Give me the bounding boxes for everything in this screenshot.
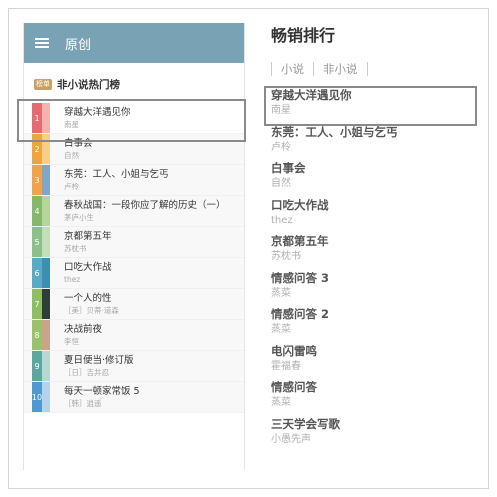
- book-cover-image: [42, 227, 50, 257]
- book-title: 夏日便当·修订版: [64, 354, 134, 366]
- book-author: 苏枕书: [64, 243, 87, 253]
- list-item[interactable]: 白事会 自然: [271, 159, 481, 196]
- bestseller-title: 畅销排行: [271, 26, 336, 45]
- book-title: 春秋战国：一段你应了解的历史（一）: [64, 199, 226, 211]
- list-item[interactable]: 口吃大作战 thez: [271, 196, 481, 233]
- list-item[interactable]: 9 夏日便当·修订版 ［日］吉井忍: [24, 351, 244, 382]
- book-title[interactable]: 京都第五年: [271, 232, 481, 250]
- list-item[interactable]: 3 东莞：工人、小姐与乞丐 卢柃: [24, 165, 244, 196]
- book-title: 京都第五年: [64, 230, 112, 242]
- list-item[interactable]: 6 口吃大作战 thez: [24, 258, 244, 289]
- book-author: thez: [64, 274, 81, 284]
- ranking-list: 1 穿越大洋遇见你 南星 2 白事会 自然 3 东莞：工人、小姐与乞丐 卢柃 4: [24, 103, 244, 413]
- book-author: 南星: [64, 119, 79, 129]
- book-title[interactable]: 三天学会写歌: [271, 415, 481, 433]
- menu-icon[interactable]: [35, 38, 49, 48]
- rank-number: 6: [32, 258, 42, 288]
- book-title: 一个人的性: [64, 292, 112, 304]
- book-title: 决战前夜: [64, 323, 103, 335]
- rank-number: 4: [32, 196, 42, 226]
- book-cover-image: [42, 289, 50, 319]
- book-author: 卢柃: [64, 181, 79, 191]
- book-title[interactable]: 电闪雷鸣: [271, 342, 481, 360]
- book-author: ［日］吉井忍: [64, 367, 109, 377]
- book-cover-image: [42, 351, 50, 381]
- book-author: 蒸菜: [271, 287, 291, 299]
- book-cover-image: [42, 165, 50, 195]
- book-cover-image: [42, 258, 50, 288]
- list-item[interactable]: 5 京都第五年 苏枕书: [24, 227, 244, 258]
- book-title: 东莞：工人、小姐与乞丐: [64, 168, 169, 180]
- book-author: ［美］贝蒂·道森: [64, 305, 119, 315]
- book-author: 茅庐小生: [64, 212, 94, 222]
- tab-fiction[interactable]: 小说: [272, 61, 313, 77]
- category-tabs: 小说 非小说: [271, 61, 481, 77]
- book-title[interactable]: 口吃大作战: [271, 196, 481, 214]
- book-cover-image: [42, 382, 50, 412]
- book-title[interactable]: 穿越大洋遇见你: [271, 86, 481, 104]
- book-title: 口吃大作战: [64, 261, 112, 273]
- list-item[interactable]: 8 决战前夜 李恒: [24, 320, 244, 351]
- list-item[interactable]: 2 白事会 自然: [24, 134, 244, 165]
- book-author: 小愚先声: [271, 433, 311, 445]
- book-cover-image: [42, 103, 50, 133]
- tab-nonfiction[interactable]: 非小说: [314, 61, 367, 77]
- list-item[interactable]: 京都第五年 苏枕书: [271, 232, 481, 269]
- book-title: 穿越大洋遇见你: [64, 106, 131, 118]
- book-author: 自然: [271, 178, 291, 189]
- book-author: 蒸菜: [271, 324, 291, 335]
- app-bar: 原创: [24, 23, 244, 63]
- bestseller-list: 穿越大洋遇见你 南星 东莞：工人、小姐与乞丐 卢柃 白事会 自然 口吃大作战 t…: [271, 86, 481, 451]
- list-item[interactable]: 1 穿越大洋遇见你 南星: [24, 103, 244, 134]
- book-author: 南星: [271, 105, 291, 116]
- book-author: 自然: [64, 150, 79, 160]
- list-item[interactable]: 情感问答 2 蒸菜: [271, 305, 481, 342]
- ranking-badge: 榜单: [34, 78, 52, 90]
- rank-number: 2: [32, 134, 42, 164]
- book-title: 每天一顿家常饭 5: [64, 385, 140, 397]
- list-item[interactable]: 情感问答 蒸菜: [271, 378, 481, 415]
- ranking-section-header: 榜单 非小说热门榜: [24, 65, 244, 103]
- rank-number: 1: [32, 103, 42, 133]
- book-cover-image: [42, 196, 50, 226]
- list-item[interactable]: 情感问答 3 蒸菜: [271, 269, 481, 306]
- rank-number: 9: [32, 351, 42, 381]
- rank-number: 7: [32, 289, 42, 319]
- list-item[interactable]: 东莞：工人、小姐与乞丐 卢柃: [271, 123, 481, 160]
- book-title[interactable]: 情感问答 2: [271, 305, 481, 323]
- list-item[interactable]: 穿越大洋遇见你 南星: [271, 86, 481, 123]
- book-title: 白事会: [64, 137, 93, 149]
- rank-number: 10: [32, 382, 42, 412]
- book-cover-image: [42, 134, 50, 164]
- list-item[interactable]: 4 春秋战国：一段你应了解的历史（一） 茅庐小生: [24, 196, 244, 227]
- book-title[interactable]: 情感问答 3: [271, 269, 481, 287]
- book-author: 蒸菜: [271, 397, 291, 408]
- tab-divider: [366, 62, 368, 76]
- list-item[interactable]: 三天学会写歌 小愚先声: [271, 415, 481, 452]
- book-author: 李恒: [64, 336, 79, 346]
- book-cover-image: [42, 320, 50, 350]
- rank-number: 3: [32, 165, 42, 195]
- list-item[interactable]: 10 每天一顿家常饭 5 ［韩］逍遥: [24, 382, 244, 413]
- book-author: thez: [271, 214, 293, 226]
- book-author: 卢柃: [271, 141, 291, 153]
- list-item[interactable]: 7 一个人的性 ［美］贝蒂·道森: [24, 289, 244, 320]
- bestseller-panel: 畅销排行 小说 非小说 穿越大洋遇见你 南星 东莞：工人、小姐与乞丐 卢柃 白事…: [271, 23, 481, 470]
- rank-number: 5: [32, 227, 42, 257]
- list-item[interactable]: 电闪雷鸣 霍福春: [271, 342, 481, 379]
- book-title[interactable]: 情感问答: [271, 378, 481, 396]
- book-author: 苏枕书: [271, 251, 301, 262]
- book-title[interactable]: 东莞：工人、小姐与乞丐: [271, 123, 481, 141]
- ranking-section-title: 非小说热门榜: [57, 78, 120, 91]
- mobile-ranking-panel: 原创 榜单 非小说热门榜 1 穿越大洋遇见你 南星 2 白事会 自然 3 东莞：…: [23, 23, 245, 470]
- book-author: ［韩］逍遥: [64, 398, 102, 408]
- app-bar-title: 原创: [65, 37, 92, 53]
- book-author: 霍福春: [271, 360, 301, 372]
- book-title[interactable]: 白事会: [271, 159, 481, 177]
- rank-number: 8: [32, 320, 42, 350]
